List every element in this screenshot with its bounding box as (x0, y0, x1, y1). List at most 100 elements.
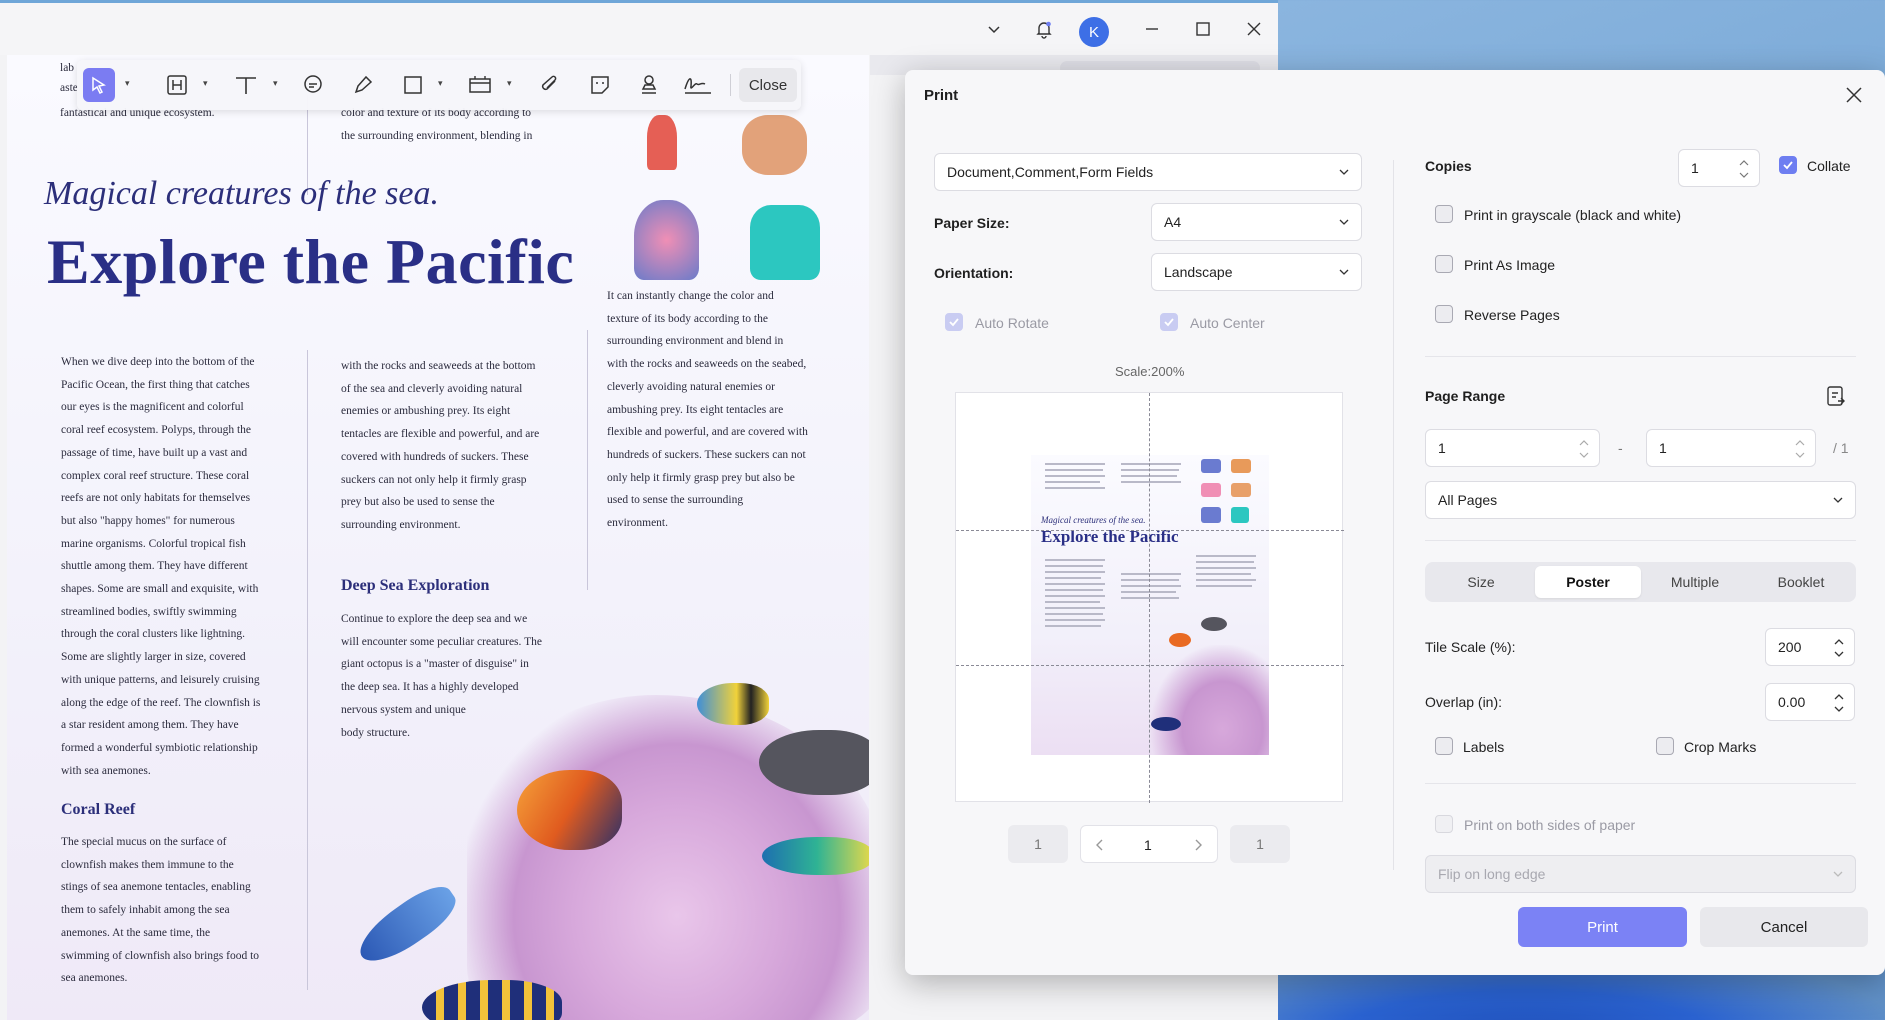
labels-label: Labels (1463, 739, 1505, 755)
auto-rotate-checkbox[interactable] (945, 313, 963, 331)
bell-icon[interactable] (1028, 13, 1060, 45)
fish-illustration (517, 770, 622, 850)
both-sides-checkbox[interactable] (1435, 815, 1453, 833)
print-as-image-checkbox[interactable] (1435, 255, 1453, 273)
page-range-settings-icon[interactable] (1824, 384, 1848, 408)
stepper-arrows-icon[interactable] (1834, 636, 1844, 660)
labels-checkbox[interactable] (1435, 737, 1453, 755)
page-navigator: 1 (1080, 825, 1218, 863)
flip-select-value: Flip on long edge (1438, 866, 1546, 882)
stamp-icon[interactable] (633, 68, 665, 102)
text-icon[interactable] (230, 68, 262, 102)
page-range-label: Page Range (1425, 388, 1506, 404)
crop-marks-checkbox[interactable] (1656, 737, 1674, 755)
fish-illustration (762, 837, 869, 875)
coral-reef-heading: Coral Reef (61, 801, 136, 818)
pages-select[interactable]: All Pages (1425, 481, 1856, 519)
grayscale-checkbox[interactable] (1435, 205, 1453, 223)
attachment-icon[interactable] (534, 68, 566, 102)
print-as-image-label: Print As Image (1464, 257, 1556, 273)
chevron-down-icon[interactable]: ▾ (203, 78, 208, 89)
orientation-select[interactable]: Landscape (1151, 253, 1362, 291)
range-to-stepper[interactable]: 1 (1646, 429, 1816, 467)
chevron-down-icon (1833, 497, 1843, 503)
doc-line: stings of sea anemone tentacles, enablin… (61, 881, 251, 894)
chevron-down-icon[interactable]: ▾ (507, 78, 512, 89)
fish-illustration (759, 730, 869, 795)
tab-multiple[interactable]: Multiple (1643, 566, 1747, 598)
doc-line: surrounding environment and blend in (607, 335, 784, 348)
tab-size[interactable]: Size (1429, 566, 1533, 598)
select-icon[interactable] (83, 68, 115, 102)
doc-line: will encounter some peculiar creatures. … (341, 635, 542, 648)
chevron-down-icon[interactable] (978, 13, 1010, 45)
stepper-arrows-icon[interactable] (1579, 437, 1589, 461)
sticker-icon[interactable] (584, 68, 616, 102)
shape-icon[interactable] (397, 68, 429, 102)
flip-select[interactable]: Flip on long edge (1425, 855, 1856, 893)
stepper-arrows-icon[interactable] (1834, 691, 1844, 715)
print-button[interactable]: Print (1518, 907, 1687, 947)
last-page-button[interactable]: 1 (1230, 825, 1290, 863)
tab-booklet[interactable]: Booklet (1749, 566, 1853, 598)
column-rule (307, 350, 308, 990)
current-page: 1 (1144, 837, 1152, 853)
paper-size-select[interactable]: A4 (1151, 203, 1362, 241)
doc-line: a star resident among them. They have (61, 719, 239, 732)
tile-scale-label: Tile Scale (%): (1425, 639, 1516, 655)
content-select-value: Document,Comment,Form Fields (947, 164, 1154, 180)
close-icon[interactable] (1238, 13, 1270, 45)
range-from-stepper[interactable]: 1 (1425, 429, 1600, 467)
doc-line: When we dive deep into the bottom of the (61, 356, 255, 368)
avatar[interactable]: K (1079, 17, 1109, 47)
chevron-down-icon[interactable]: ▾ (125, 78, 130, 89)
doc-fragment: lab (60, 62, 75, 74)
stamp-bar-icon[interactable] (464, 68, 496, 102)
grayscale-label: Print in grayscale (black and white) (1464, 207, 1682, 223)
doc-line: sea anemones. (61, 972, 128, 985)
doc-line: flexible and powerful, and are covered w… (607, 426, 808, 439)
both-sides-label: Print on both sides of paper (1464, 817, 1636, 833)
doc-line: marine organisms. Colorful tropical fish (61, 537, 246, 550)
doc-line: covered with hundreds of suckers. These (341, 450, 529, 463)
close-icon[interactable] (1843, 84, 1865, 106)
toolbar-separator (730, 74, 731, 96)
content-select[interactable]: Document,Comment,Form Fields (934, 153, 1362, 191)
doc-line: tentacles are flexible and powerful, and… (341, 428, 540, 441)
text-box-icon[interactable] (161, 68, 193, 102)
auto-center-checkbox[interactable] (1160, 313, 1178, 331)
reverse-pages-checkbox[interactable] (1435, 305, 1453, 323)
doc-line: nervous system and unique (341, 703, 466, 716)
chevron-down-icon[interactable]: ▾ (273, 78, 278, 89)
collate-checkbox[interactable] (1779, 156, 1797, 174)
doc-line: The special mucus on the surface of (61, 836, 227, 848)
stepper-arrows-icon[interactable] (1795, 437, 1805, 461)
doc-line: only help it firmly grasp prey but also … (607, 471, 795, 484)
doc-line: swimming of clownfish also brings food t… (61, 949, 260, 962)
maximize-icon[interactable] (1187, 13, 1219, 45)
dialog-divider (1393, 160, 1394, 870)
fish-illustration (422, 980, 562, 1020)
tile-scale-stepper[interactable]: 200 (1765, 628, 1855, 666)
doc-line: used to sense the surrounding (607, 494, 744, 507)
signature-icon[interactable] (682, 68, 714, 102)
doc-line: shuttle among them. They have different (61, 560, 248, 573)
cancel-button[interactable]: Cancel (1700, 907, 1868, 947)
stepper-arrows-icon[interactable] (1739, 157, 1749, 181)
minimize-icon[interactable] (1136, 13, 1168, 45)
chevron-left-icon[interactable] (1095, 839, 1105, 851)
chevron-right-icon[interactable] (1193, 839, 1203, 851)
tab-poster[interactable]: Poster (1535, 566, 1641, 598)
copies-stepper[interactable]: 1 (1678, 149, 1760, 187)
overlap-stepper[interactable]: 0.00 (1765, 683, 1855, 721)
section-divider (1425, 783, 1856, 784)
tile-guide (956, 530, 1344, 531)
doc-line: Continue to explore the deep sea and we (341, 613, 528, 625)
range-from-value: 1 (1438, 440, 1446, 456)
first-page-button[interactable]: 1 (1008, 825, 1068, 863)
toolbar-close-button[interactable]: Close (739, 68, 797, 102)
chevron-down-icon[interactable]: ▾ (438, 78, 443, 89)
doc-line: streamlined bodies, swiftly swimming (61, 605, 237, 618)
highlighter-icon[interactable] (347, 68, 379, 102)
comment-icon[interactable] (297, 68, 329, 102)
